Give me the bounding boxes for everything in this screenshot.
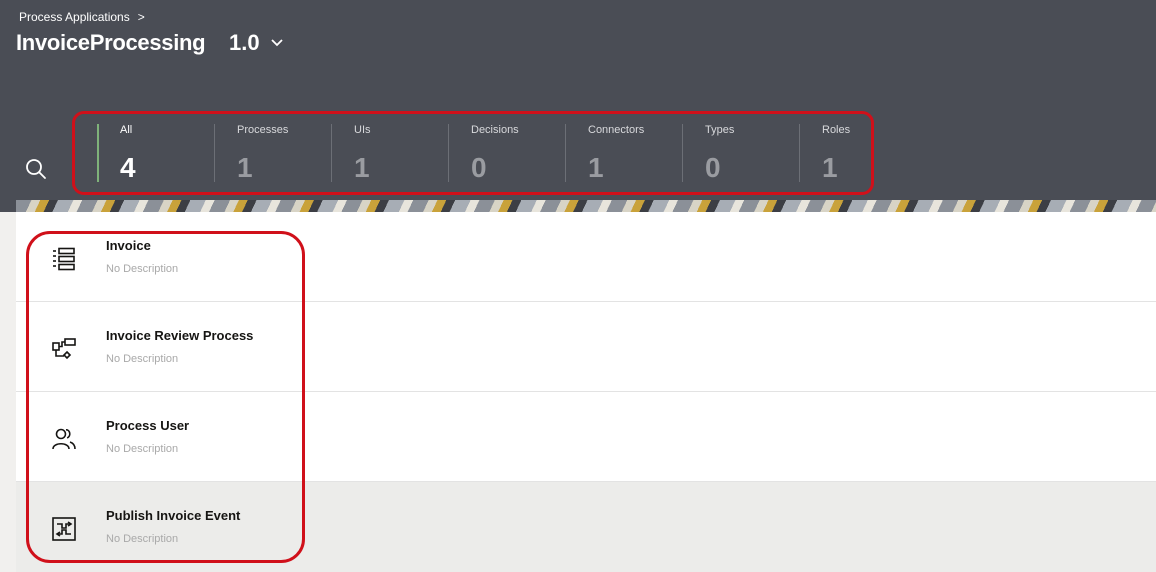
item-description: No Description	[106, 443, 179, 455]
list-item[interactable]: Invoice No Description	[16, 212, 1156, 302]
list-item[interactable]: Process User No Description	[16, 392, 1156, 482]
tabs-highlight-outline	[72, 111, 874, 195]
chevron-down-icon[interactable]	[270, 36, 284, 50]
version-selector[interactable]: 1.0	[229, 30, 260, 56]
form-list-icon	[53, 247, 75, 271]
item-title: Process User	[106, 418, 190, 433]
artifact-list: Invoice No Description Invoice Review Pr…	[16, 212, 1156, 572]
search-icon[interactable]	[24, 157, 48, 181]
app-header: Process Applications > InvoiceProcessing …	[0, 0, 1156, 212]
list-item[interactable]: Publish Invoice Event No Description	[16, 482, 1156, 572]
breadcrumb-link[interactable]: Process Applications	[19, 10, 130, 24]
item-description: No Description	[106, 353, 179, 365]
users-icon	[52, 428, 76, 450]
list-item[interactable]: Invoice Review Process No Description	[16, 302, 1156, 392]
item-description: No Description	[106, 263, 179, 275]
app-title: InvoiceProcessing	[16, 30, 206, 55]
breadcrumb-chevron-icon: >	[137, 10, 145, 24]
item-title: Invoice	[106, 238, 151, 253]
item-description: No Description	[106, 533, 179, 545]
item-title: Publish Invoice Event	[106, 508, 241, 523]
item-title: Invoice Review Process	[106, 328, 254, 343]
integration-connector-icon	[52, 517, 76, 541]
process-flow-icon	[52, 338, 76, 360]
decorative-banner	[16, 200, 1156, 212]
breadcrumb[interactable]: Process Applications >	[19, 10, 145, 24]
